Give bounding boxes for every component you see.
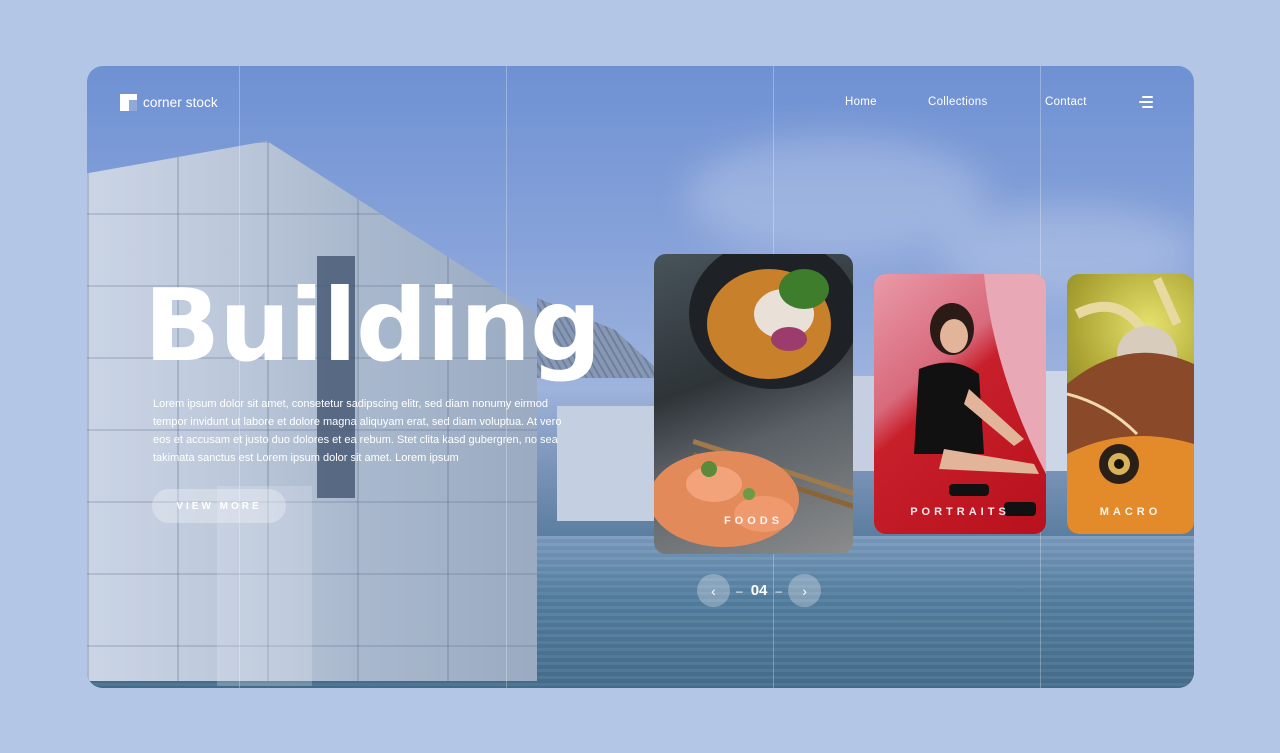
portraits-image xyxy=(914,274,1046,516)
card-label: PORTRAITS xyxy=(910,506,1010,518)
macro-image xyxy=(1067,277,1194,534)
corner-stock-logo-icon xyxy=(120,94,137,111)
view-more-button[interactable]: VIEW MORE xyxy=(152,489,286,523)
chevron-right-icon: › xyxy=(802,582,807,599)
chevron-left-icon: ‹ xyxy=(711,582,716,599)
nav-contact-link[interactable]: Contact xyxy=(1045,96,1087,108)
hero-title: Building xyxy=(144,267,602,384)
brand-name: corner stock xyxy=(143,95,218,110)
nav-collections-link[interactable]: Collections xyxy=(928,96,988,108)
card-foods[interactable]: FOODS xyxy=(654,254,853,554)
brand-logo[interactable]: corner stock xyxy=(120,94,218,111)
card-portraits[interactable]: PORTRAITS xyxy=(874,274,1046,534)
nav-home-link[interactable]: Home xyxy=(845,96,877,108)
next-button[interactable]: › xyxy=(788,574,822,607)
card-label: FOODS xyxy=(723,515,784,527)
foods-image xyxy=(654,254,853,547)
pager-dash: – xyxy=(775,583,783,598)
card-label: MACRO xyxy=(1099,506,1162,518)
page-number: 04 xyxy=(750,582,768,599)
hamburger-icon[interactable] xyxy=(1139,96,1153,109)
hero-frame: corner stock Home Collections Contact Bu… xyxy=(87,66,1194,688)
hero-description: Lorem ipsum dolor sit amet, consetetur s… xyxy=(153,398,562,464)
pager-dash: – xyxy=(736,583,743,598)
prev-button[interactable]: ‹ xyxy=(697,574,730,607)
card-macro[interactable]: MACRO xyxy=(1067,274,1194,534)
carousel-pager: ‹ – 04 – › xyxy=(697,574,822,607)
